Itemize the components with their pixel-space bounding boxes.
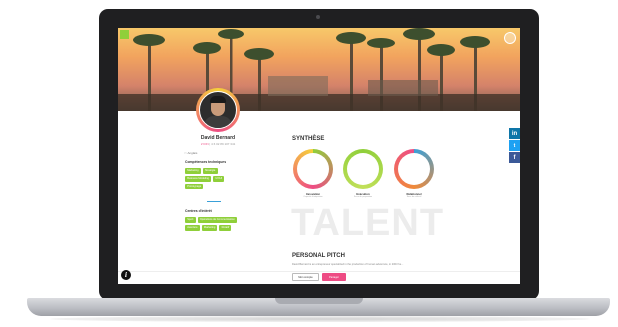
palm-trees-illustration <box>118 28 520 111</box>
skills-tag[interactable]: UX/UI <box>213 175 225 182</box>
laptop-screen: David Bernard LYON | 4 6 02 89 107 341 ▭… <box>118 28 520 284</box>
footer-divider <box>118 271 520 272</box>
skills-tag[interactable]: Business Modeling <box>185 175 212 182</box>
talent-watermark: TALENT <box>291 202 445 244</box>
interests-tag[interactable]: Aventure <box>185 224 200 231</box>
profile-contact: | 4 6 02 89 107 341 <box>208 142 236 146</box>
twitter-share-icon[interactable]: t <box>509 140 520 151</box>
info-icon[interactable]: i <box>121 270 131 280</box>
skills-title: Compétences techniques <box>185 160 227 164</box>
synthesis-ring-execution[interactable] <box>343 149 383 189</box>
skills-tags: Marketing Stratégie Business Modeling UX/UI… <box>185 168 243 190</box>
share-button[interactable]: Partager <box>322 273 346 281</box>
synthesis-ring-innovation[interactable] <box>293 149 333 189</box>
interests-title: Centres d'intérêt <box>185 209 212 213</box>
avatar-shirt <box>204 116 232 128</box>
camera-icon <box>316 15 320 19</box>
interests-tags: Sport Opérations de Communication Aventure… <box>185 217 243 231</box>
skills-tag[interactable]: Prototypage <box>185 183 204 190</box>
profile-name: David Bernard <box>200 135 236 141</box>
laptop-shadow <box>50 316 590 322</box>
laptop-notch <box>275 298 363 304</box>
linkedin-share-icon[interactable]: in <box>509 128 520 139</box>
profile-subline: LYON | 4 6 02 89 107 341 <box>173 142 263 146</box>
pitch-text: David Bernard is an entrepreneur special… <box>292 263 404 266</box>
synthesis-ring-relational[interactable] <box>394 149 434 189</box>
interests-tag[interactable]: Sport <box>185 217 196 223</box>
skills-tag[interactable]: Stratégie <box>202 168 218 174</box>
avatar-hair <box>210 96 226 103</box>
expand-icon[interactable] <box>504 32 516 44</box>
interests-tag[interactable]: Opérations de Communication <box>197 217 237 223</box>
interests-tag[interactable]: Marketing <box>201 224 218 231</box>
ring-sub-relational: Sens du collectif <box>406 196 422 198</box>
ring-sub-innovation: Capacité d'adaptation <box>303 196 323 198</box>
language-item: ▭ Anglais <box>184 151 197 155</box>
synthesis-title: SYNTHÈSE <box>292 136 325 142</box>
account-button[interactable]: Mon compte <box>292 273 319 281</box>
skills-tag[interactable]: Marketing <box>185 168 201 174</box>
avatar <box>196 88 240 132</box>
avatar-photo <box>199 91 237 129</box>
cover-banner <box>118 28 520 111</box>
pitch-title: PERSONAL PITCH <box>292 253 345 259</box>
interests-tag[interactable]: Rotatif <box>219 224 232 231</box>
facebook-share-icon[interactable]: f <box>509 152 520 163</box>
ring-sub-execution: Force de proposition <box>353 196 373 198</box>
status-flag-icon <box>120 30 129 39</box>
section-divider <box>207 201 221 202</box>
profile-city: LYON <box>200 142 209 146</box>
language-label: Anglais <box>187 151 198 155</box>
